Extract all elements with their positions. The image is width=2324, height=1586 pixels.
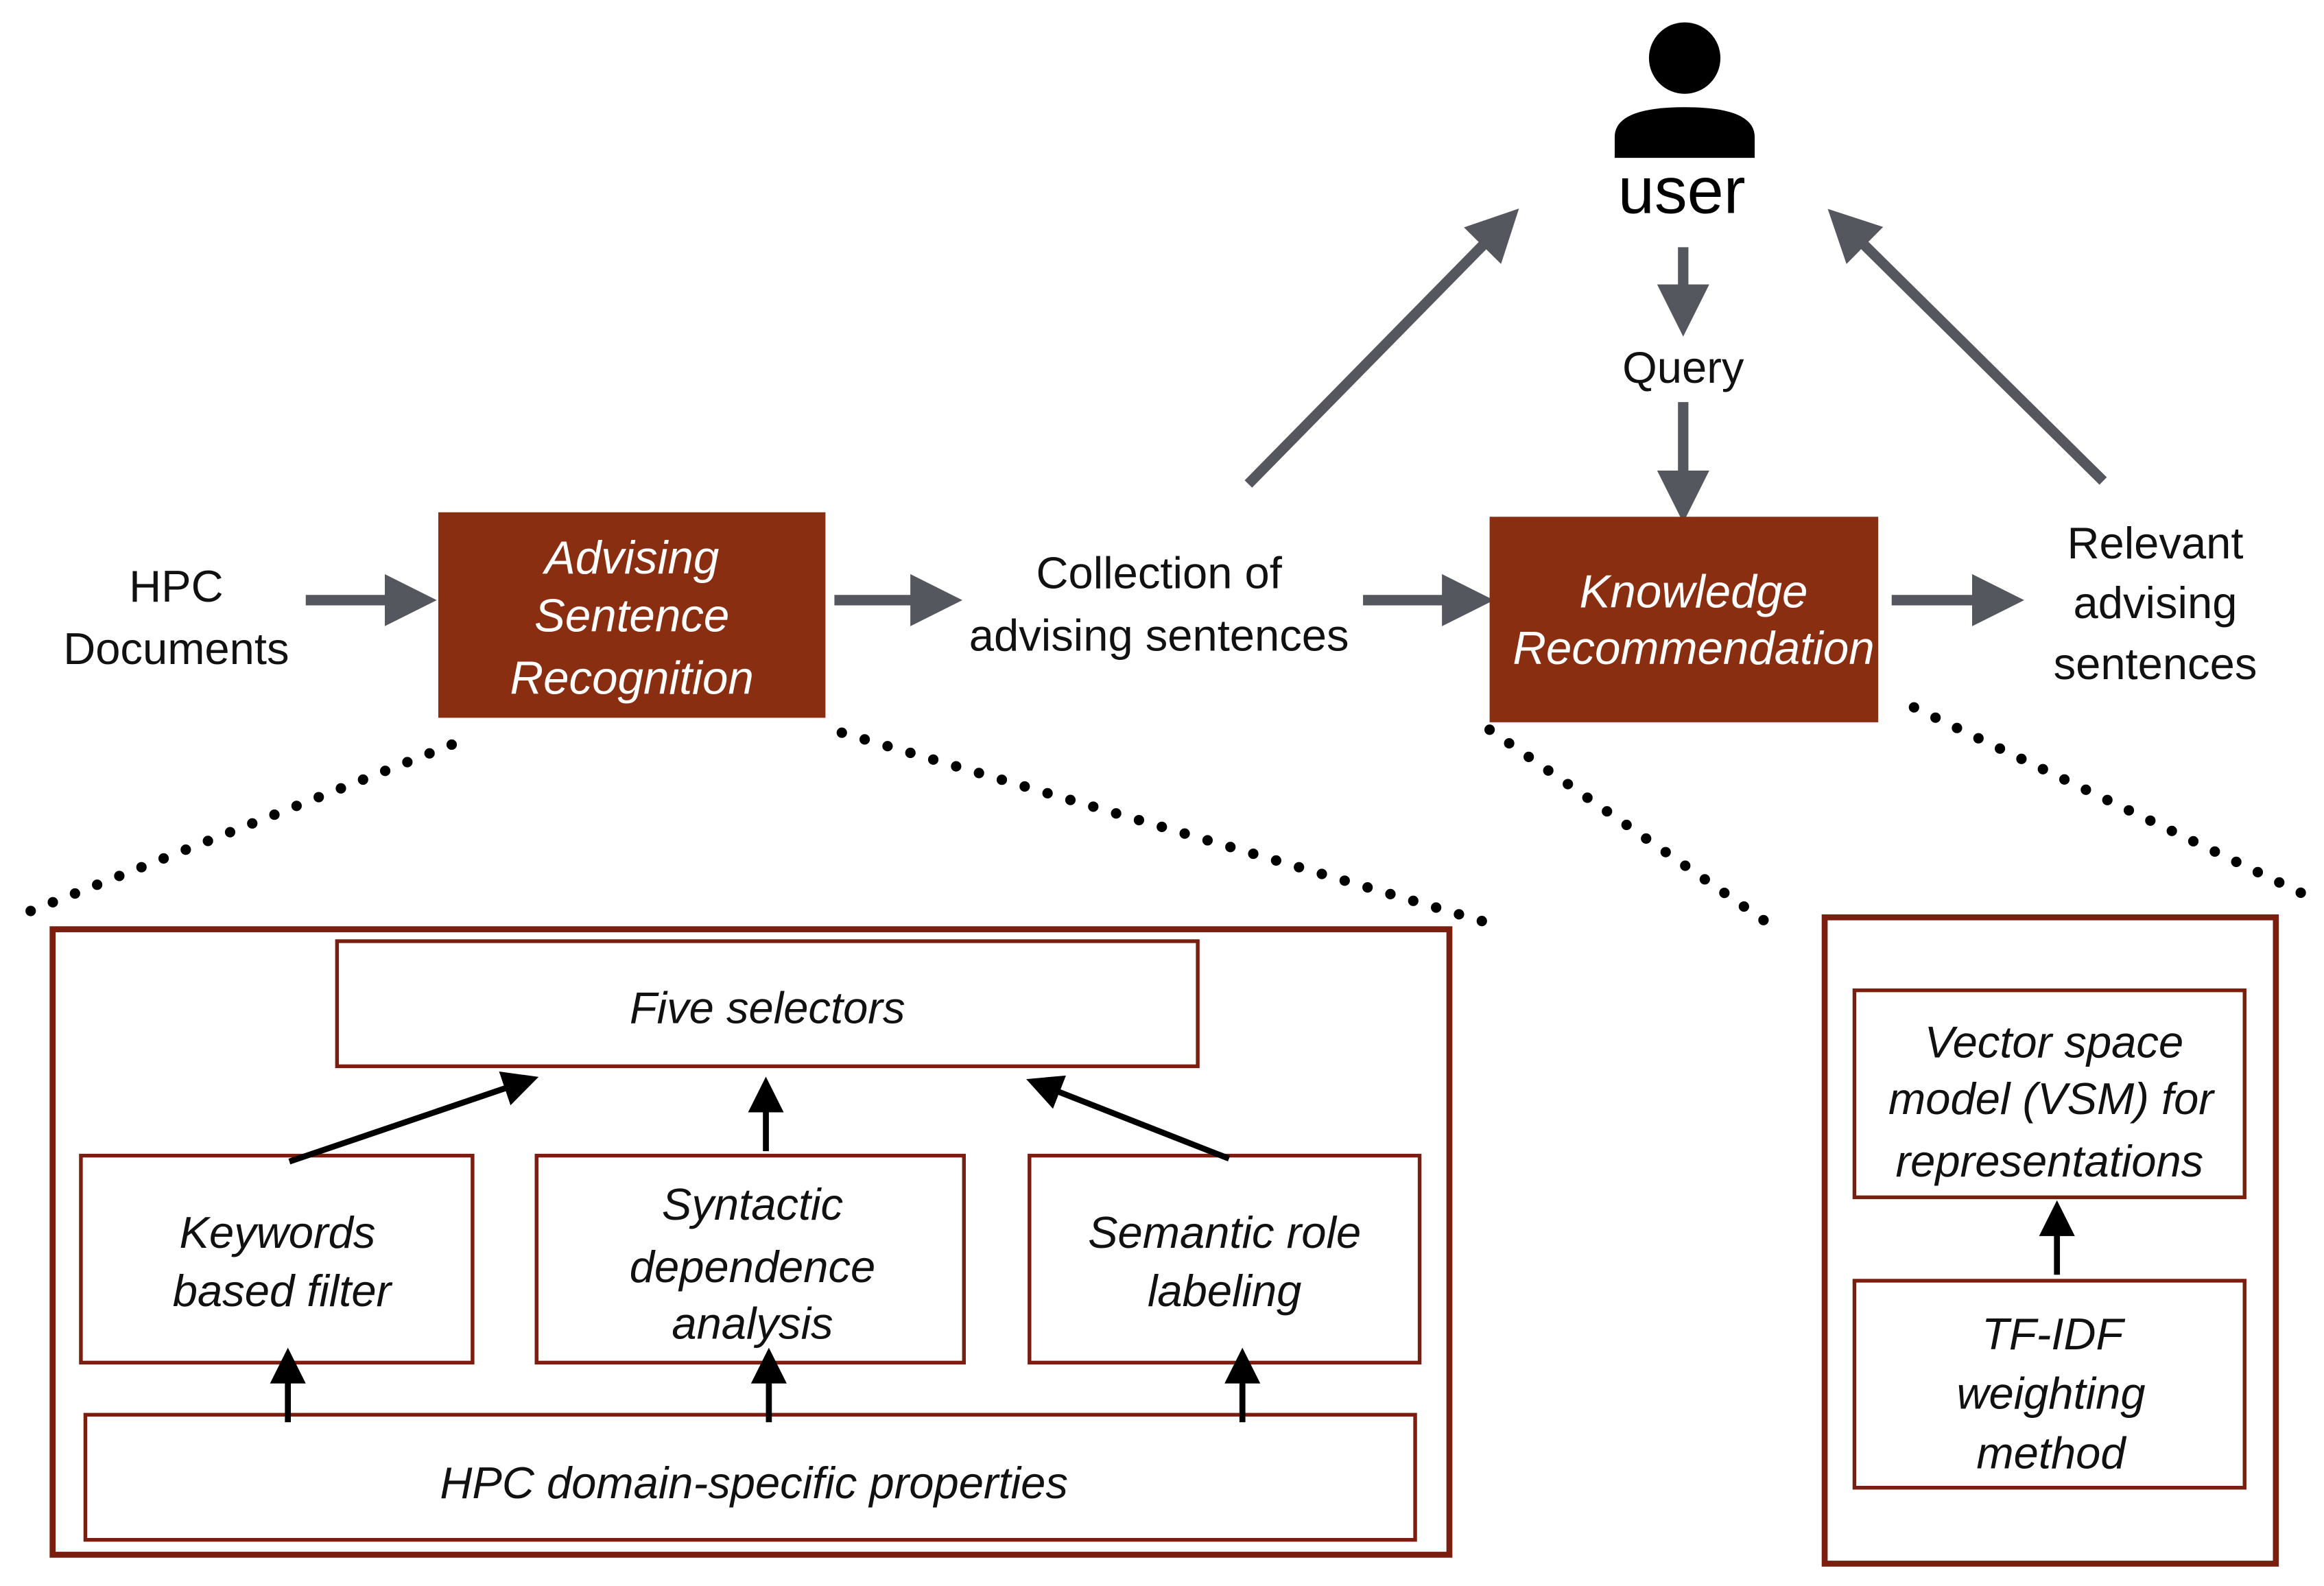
relevant-to-user-arrow [1827,209,2107,485]
output-line2: advising [2074,578,2238,628]
five-selectors-label: Five selectors [630,982,905,1032]
zoom-line-right-2 [1908,702,2314,902]
semantic-role-box [1028,1153,1422,1365]
tfidf-line1: TF-IDF [1982,1309,2125,1359]
output-line1: Relevant [2067,518,2243,568]
collection-line2: advising sentences [969,611,1349,661]
hpc-documents-line1: HPC [129,561,223,611]
hpc-documents-line2: Documents [63,624,289,674]
user-label: user [1618,154,1746,227]
query-label: Query [1622,342,1744,392]
asr-label-1: Advising [542,532,719,584]
person-icon [1614,22,1755,158]
tfidf-line2: weighting [1956,1369,2145,1419]
vsm-line2: model (VSM) for [1888,1074,2215,1124]
semantic-line2: labeling [1148,1266,1301,1316]
asr-label-3: Recognition [510,653,753,705]
diagram: user Query HPC Documents Advising Senten… [13,22,2314,1567]
syntactic-line1: Syntactic [662,1179,843,1229]
syntactic-line3: analysis [672,1299,833,1349]
zoom-line-right-1 [1484,724,1774,929]
asr-label-2: Sentence [534,590,729,641]
tfidf-line3: method [1976,1428,2126,1478]
keywords-filter-box [79,1153,475,1365]
output-line3: sentences [2054,639,2257,689]
knowledge-recommendation-box [1489,517,1879,722]
vsm-line3: representations [1895,1136,2203,1186]
keywords-line2: based filter [173,1266,393,1316]
zoom-line-left-2 [836,727,1495,929]
syntactic-line2: dependence [630,1242,875,1292]
zoom-line-left-1 [13,739,458,921]
collection-line1: Collection of [1036,548,1283,598]
collection-to-user-arrow [1244,208,1519,488]
keywords-to-selectors-arrow [288,1071,539,1165]
kr-label-1: Knowledge [1580,567,1808,618]
vsm-line1: Vector space [1925,1017,2184,1067]
keywords-line1: Keywords [180,1207,376,1257]
semantic-to-selectors-arrow [1026,1075,1231,1161]
kr-label-2: Recommendation [1513,623,1874,674]
semantic-line1: Semantic role [1088,1207,1361,1257]
hpc-properties-label: HPC domain-specific properties [440,1458,1068,1508]
